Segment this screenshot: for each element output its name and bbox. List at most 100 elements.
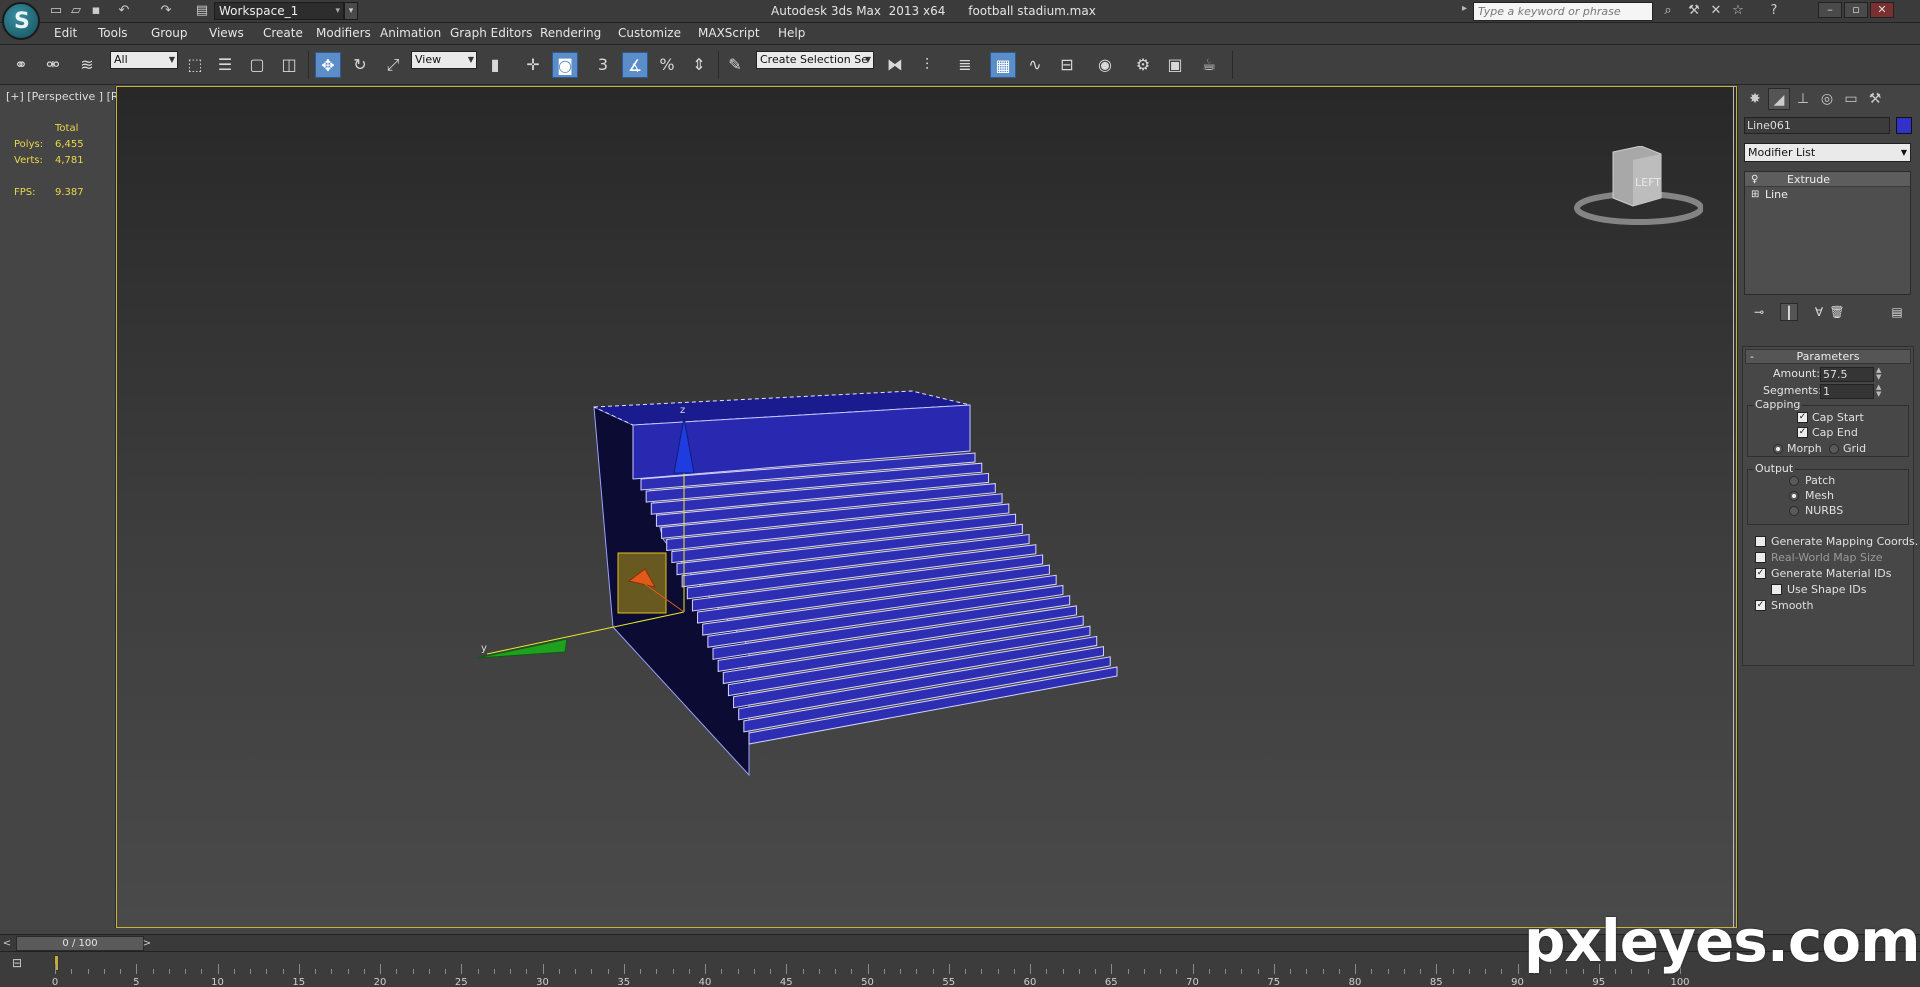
motion-tab-icon[interactable]: ◎ bbox=[1816, 88, 1838, 110]
pivot-center-icon[interactable]: ▮ bbox=[482, 52, 508, 78]
workspace-dropdown-button[interactable]: ▾ bbox=[344, 2, 358, 20]
render-setup-icon[interactable]: ⚙ bbox=[1130, 52, 1156, 78]
spinner-snap-icon[interactable]: ⇕ bbox=[686, 52, 712, 78]
cap-start-checkbox[interactable]: ✓ bbox=[1797, 412, 1808, 423]
window-crossing-icon[interactable]: ◫ bbox=[276, 52, 302, 78]
modifier-list-select[interactable]: Modifier List ▼ bbox=[1744, 143, 1911, 162]
mini-curve-editor-icon[interactable]: ⊟ bbox=[12, 956, 32, 972]
favorites-star-icon[interactable]: ☆ bbox=[1730, 3, 1746, 19]
unlink-icon[interactable]: ⚮ bbox=[40, 52, 66, 78]
percent-snap-icon[interactable]: % bbox=[654, 52, 680, 78]
select-and-move-icon[interactable]: ✥ bbox=[315, 52, 341, 78]
select-and-scale-icon[interactable]: ⤢ bbox=[380, 52, 406, 78]
material-editor-icon[interactable]: ◉ bbox=[1092, 52, 1118, 78]
undo-icon[interactable]: ↶ bbox=[116, 3, 132, 19]
menu-create[interactable]: Create bbox=[263, 26, 303, 40]
object-color-swatch[interactable] bbox=[1896, 117, 1912, 134]
search-expand-icon[interactable]: ▸ bbox=[1462, 3, 1467, 14]
generate-mapping-checkbox[interactable] bbox=[1755, 536, 1766, 547]
menu-views[interactable]: Views bbox=[209, 26, 244, 40]
mesh-radio[interactable] bbox=[1789, 491, 1799, 501]
time-slider-thumb[interactable]: 0 / 100 bbox=[16, 936, 144, 951]
lightbulb-icon[interactable]: ♀ bbox=[1751, 172, 1758, 187]
link-icon[interactable]: ⚭ bbox=[8, 52, 34, 78]
mirror-icon[interactable]: ⧓ bbox=[882, 52, 908, 78]
subscription-icon[interactable]: ⚒ bbox=[1686, 3, 1702, 19]
menu-edit[interactable]: Edit bbox=[54, 26, 77, 40]
hierarchy-tab-icon[interactable]: ⊥ bbox=[1792, 88, 1814, 110]
nurbs-radio[interactable] bbox=[1789, 506, 1799, 516]
patch-radio[interactable] bbox=[1789, 476, 1799, 486]
stack-item-extrude[interactable]: ♀ Extrude bbox=[1745, 172, 1910, 187]
select-manipulate-icon[interactable]: ✛ bbox=[520, 52, 546, 78]
grid-radio[interactable] bbox=[1829, 444, 1839, 454]
utilities-tab-icon[interactable]: ⚒ bbox=[1864, 88, 1886, 110]
keyboard-shortcut-override-icon[interactable]: ◙ bbox=[552, 52, 578, 78]
rendered-frame-window-icon[interactable]: ▣ bbox=[1162, 52, 1188, 78]
angle-snap-icon[interactable]: ∡ bbox=[622, 52, 648, 78]
menu-group[interactable]: Group bbox=[151, 26, 188, 40]
menu-animation[interactable]: Animation bbox=[380, 26, 441, 40]
minimize-button[interactable]: – bbox=[1818, 2, 1842, 18]
cap-end-checkbox[interactable]: ✓ bbox=[1797, 427, 1808, 438]
curve-editor-icon[interactable]: ∿ bbox=[1022, 52, 1048, 78]
create-tab-icon[interactable]: ✸ bbox=[1744, 88, 1766, 110]
modify-tab-icon[interactable]: ◢ bbox=[1768, 88, 1790, 110]
snaps-toggle-icon[interactable]: 3 bbox=[590, 52, 616, 78]
select-object-icon[interactable]: ⬚ bbox=[182, 52, 208, 78]
spinner-arrows-icon[interactable]: ▲ ▼ bbox=[1876, 384, 1884, 399]
binoculars-icon[interactable]: ⌕ bbox=[1660, 3, 1676, 19]
scene-explorer-icon[interactable]: ▦ bbox=[990, 52, 1016, 78]
expand-plus-icon[interactable]: ⊞ bbox=[1751, 187, 1759, 202]
previous-frame-icon[interactable]: < bbox=[0, 936, 14, 951]
reference-coordinate-select[interactable]: View ▼ bbox=[411, 51, 477, 69]
help-icon[interactable]: ? bbox=[1766, 3, 1782, 19]
display-tab-icon[interactable]: ▭ bbox=[1840, 88, 1862, 110]
real-world-map-checkbox[interactable] bbox=[1755, 552, 1766, 563]
rectangular-selection-icon[interactable]: ▢ bbox=[244, 52, 270, 78]
viewcube[interactable]: LEFT bbox=[1573, 146, 1703, 236]
redo-icon[interactable]: ↷ bbox=[158, 3, 174, 19]
amount-spinner[interactable]: 57.5 bbox=[1820, 367, 1874, 382]
bind-space-warp-icon[interactable]: ≋ bbox=[74, 52, 100, 78]
next-frame-icon[interactable]: > bbox=[140, 936, 154, 951]
search-input[interactable]: Type a keyword or phrase bbox=[1473, 2, 1653, 21]
configure-modifier-sets-icon[interactable]: ▤ bbox=[1888, 303, 1906, 321]
named-selection-select[interactable]: Create Selection Se ▼ bbox=[756, 51, 874, 69]
menu-modifiers[interactable]: Modifiers bbox=[316, 26, 371, 40]
generate-material-ids-checkbox[interactable]: ✓ bbox=[1755, 568, 1766, 579]
use-shape-ids-checkbox[interactable] bbox=[1771, 584, 1782, 595]
morph-radio[interactable] bbox=[1773, 444, 1783, 454]
selection-filter-select[interactable]: All ▼ bbox=[110, 51, 178, 69]
segments-spinner[interactable]: 1 bbox=[1820, 384, 1874, 399]
align-icon[interactable]: ⫶ bbox=[914, 52, 940, 78]
smooth-checkbox[interactable]: ✓ bbox=[1755, 600, 1766, 611]
remove-modifier-icon[interactable]: 🗑 bbox=[1828, 303, 1846, 321]
edit-named-selection-icon[interactable]: ✎ bbox=[722, 52, 748, 78]
show-end-result-icon[interactable]: ┃ bbox=[1780, 303, 1798, 321]
communication-icon[interactable]: ✕ bbox=[1708, 3, 1724, 19]
track-bar-ruler[interactable]: 0 5 10 15 20 25 30 35 40 45 50 55 60 65 70 75 80 85 90 95 10… bbox=[52, 954, 1690, 987]
render-production-icon[interactable]: ☕ bbox=[1196, 52, 1222, 78]
pin-stack-icon[interactable]: ⊸ bbox=[1750, 303, 1768, 321]
menu-rendering[interactable]: Rendering bbox=[540, 26, 601, 40]
save-file-icon[interactable]: ▪ bbox=[88, 3, 104, 19]
menu-graph-editors[interactable]: Graph Editors bbox=[450, 26, 532, 40]
project-folder-icon[interactable]: ▤ bbox=[194, 3, 210, 19]
close-button[interactable]: ✕ bbox=[1870, 2, 1894, 18]
select-by-name-icon[interactable]: ☰ bbox=[212, 52, 238, 78]
select-and-rotate-icon[interactable]: ↻ bbox=[347, 52, 373, 78]
menu-help[interactable]: Help bbox=[778, 26, 805, 40]
perspective-viewport[interactable]: z y bbox=[116, 86, 1737, 928]
open-file-icon[interactable]: ▱ bbox=[68, 3, 84, 19]
menu-maxscript[interactable]: MAXScript bbox=[698, 26, 760, 40]
maximize-button[interactable]: ▫ bbox=[1844, 2, 1868, 18]
spinner-arrows-icon[interactable]: ▲ ▼ bbox=[1876, 367, 1884, 382]
schematic-view-icon[interactable]: ⊟ bbox=[1054, 52, 1080, 78]
stack-item-line[interactable]: ⊞ Line bbox=[1745, 187, 1910, 202]
layer-manager-icon[interactable]: ≣ bbox=[952, 52, 978, 78]
parameters-rollout-header[interactable]: - Parameters bbox=[1745, 349, 1911, 364]
menu-customize[interactable]: Customize bbox=[618, 26, 681, 40]
new-file-icon[interactable]: ▭ bbox=[48, 3, 64, 19]
workspace-select[interactable]: Workspace_1 ▾ bbox=[214, 2, 344, 20]
